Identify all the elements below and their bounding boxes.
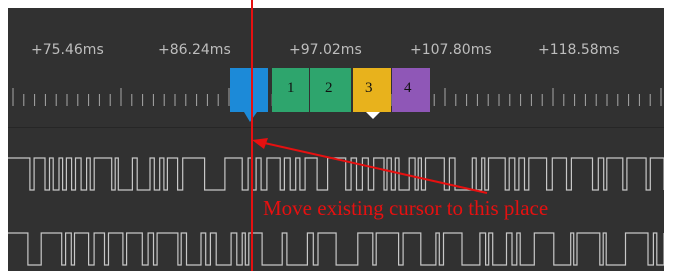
- annotation-arrow-icon: [252, 138, 488, 194]
- annotation-text: Move existing cursor to this place: [263, 196, 549, 220]
